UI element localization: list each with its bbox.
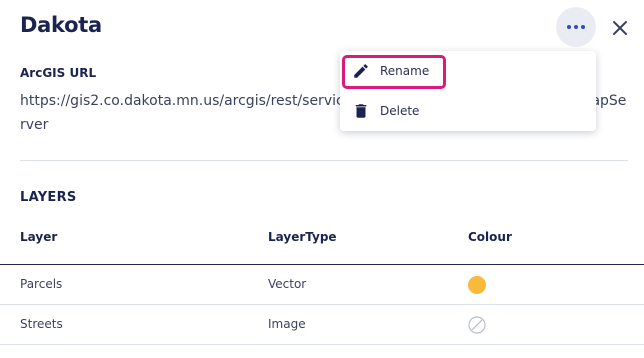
more-options-menu: Rename Delete — [340, 51, 596, 131]
colour-swatch[interactable] — [468, 276, 486, 294]
layers-heading: LAYERS — [20, 190, 77, 205]
rename-menu-item[interactable]: Rename — [340, 53, 596, 89]
trash-icon — [355, 104, 367, 118]
table-row[interactable]: Parcels Vector — [0, 265, 644, 305]
column-header-colour: Colour — [468, 230, 512, 244]
colour-swatch[interactable] — [468, 316, 486, 337]
table-row[interactable]: Streets Image — [0, 305, 644, 345]
colour-swatch-fill — [468, 276, 486, 294]
column-header-layer: Layer — [20, 230, 58, 244]
more-options-button[interactable] — [556, 7, 596, 47]
layer-type: Image — [268, 317, 306, 331]
column-header-layertype: LayerType — [268, 230, 337, 244]
layer-name: Streets — [20, 317, 63, 331]
delete-menu-item[interactable]: Delete — [340, 93, 596, 129]
rename-label: Rename — [380, 64, 430, 78]
pencil-icon — [354, 64, 368, 78]
layer-type: Vector — [268, 277, 307, 291]
section-divider — [20, 160, 628, 161]
close-button[interactable] — [609, 17, 631, 39]
delete-label: Delete — [380, 104, 420, 118]
page-title: Dakota — [20, 13, 102, 37]
close-icon — [613, 21, 627, 35]
no-colour-icon — [468, 316, 486, 334]
arcgis-url-label: ArcGIS URL — [20, 66, 97, 80]
more-horizontal-icon — [567, 25, 585, 29]
layer-name: Parcels — [20, 277, 63, 291]
